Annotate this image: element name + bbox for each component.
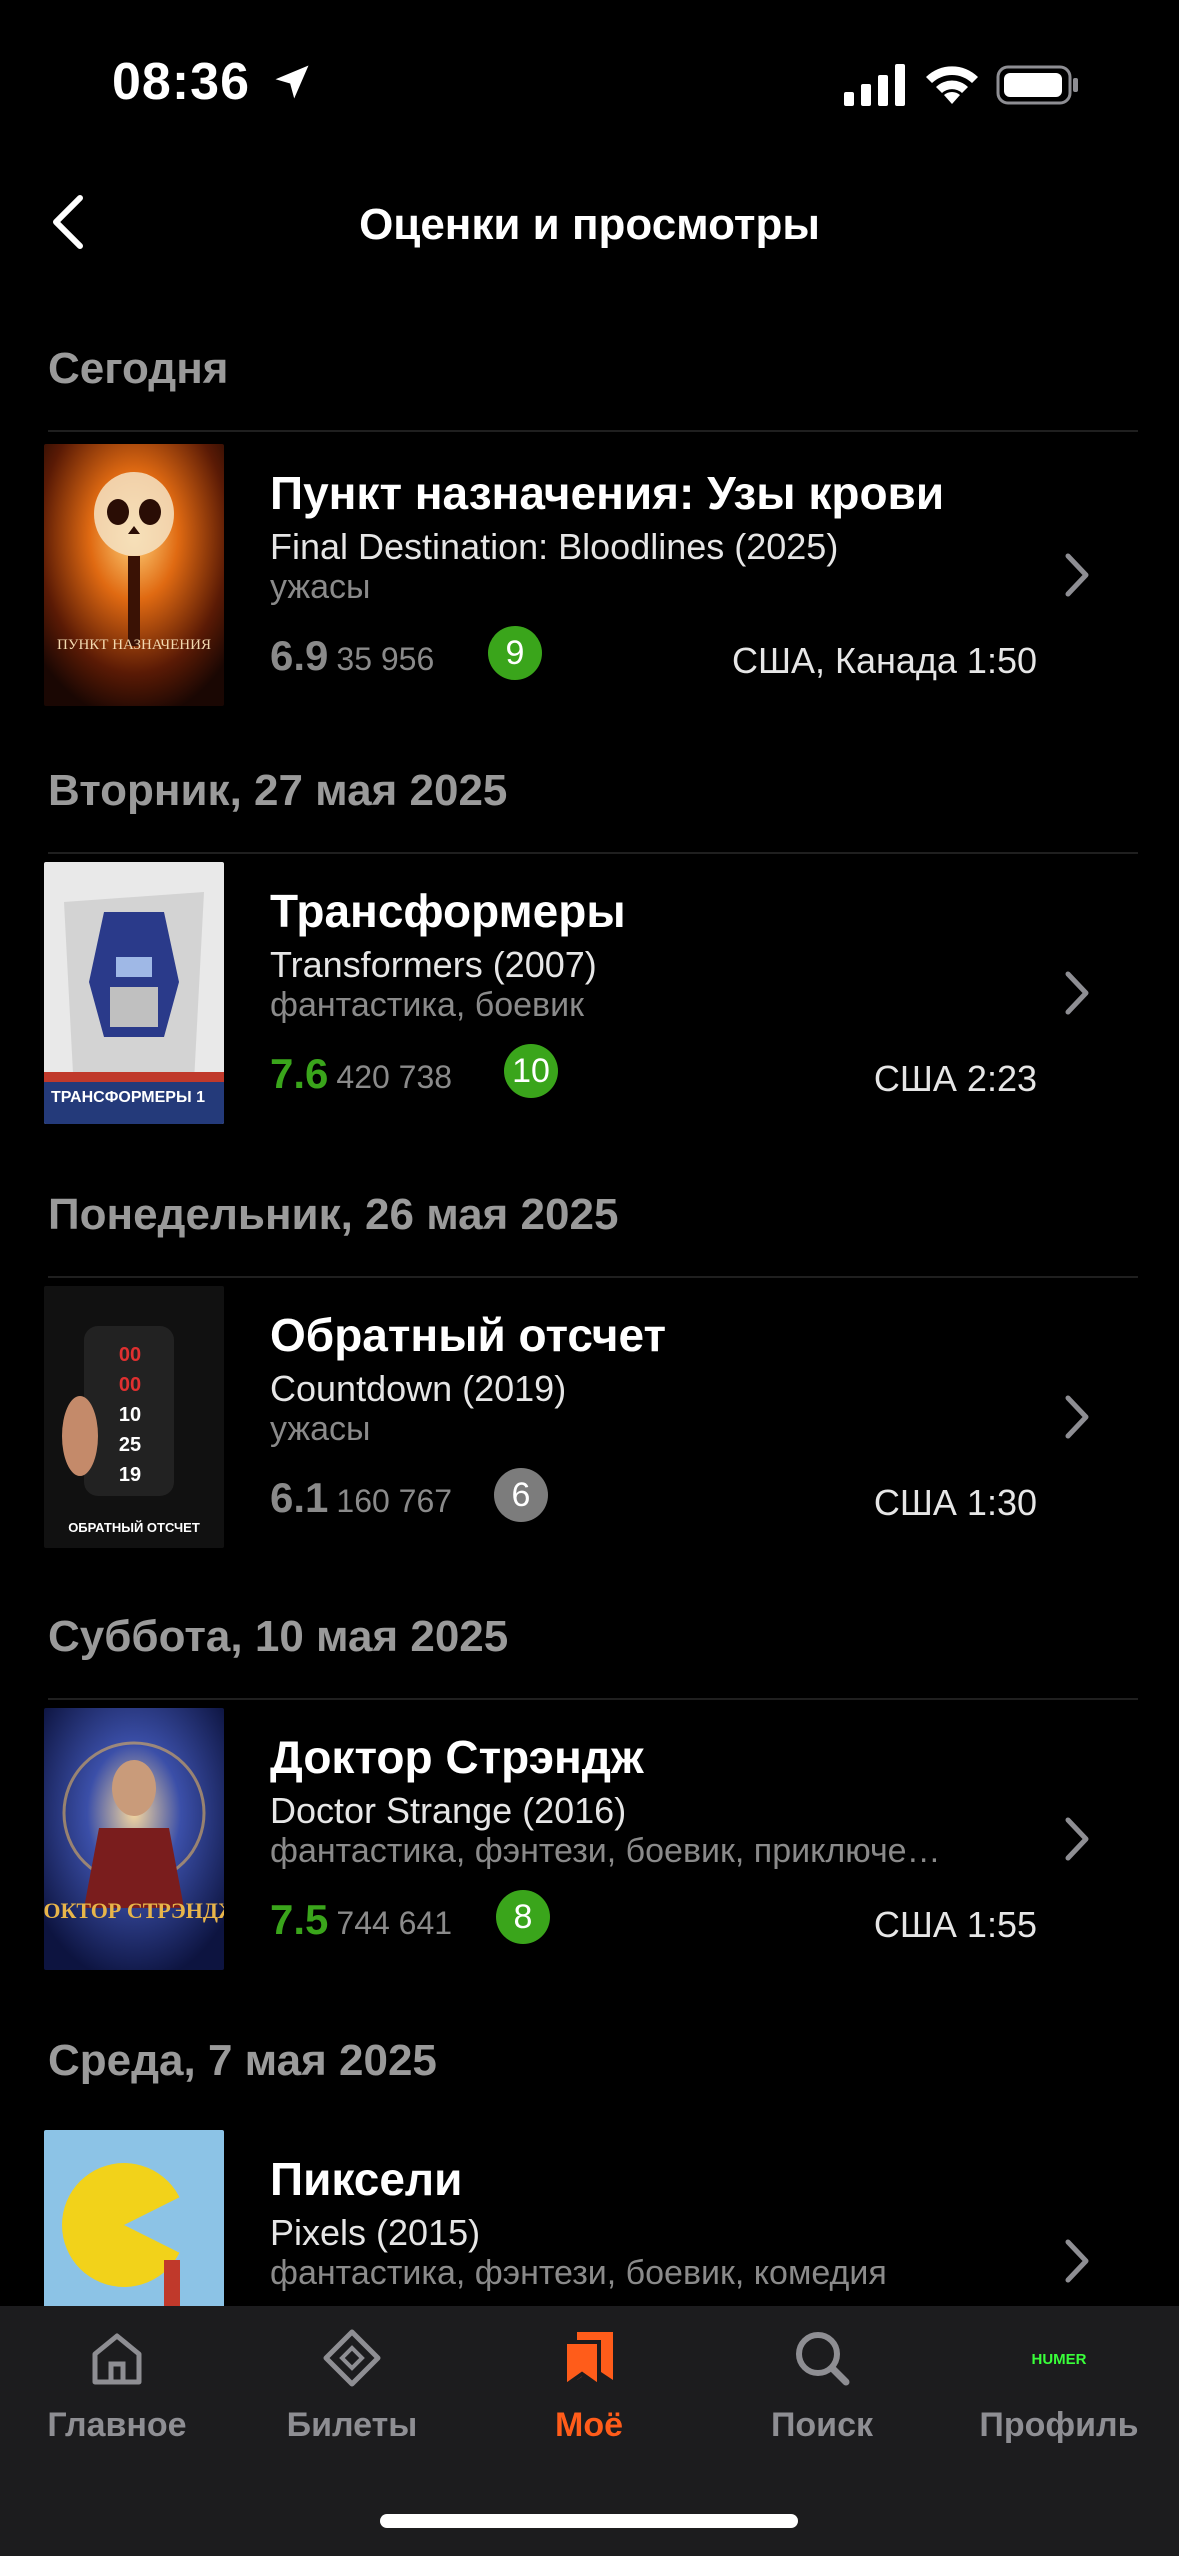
user-score-badge: 6 [494, 1468, 548, 1522]
ticket-icon [323, 2329, 381, 2387]
poster-text: ТРАНСФОРМЕРЫ 1 [51, 1089, 205, 1106]
tab-home[interactable]: Главное [17, 2306, 217, 2486]
movie-original-title: Pixels (2015) [270, 2212, 481, 2253]
chevron-right-icon [1065, 971, 1089, 1015]
home-indicator[interactable] [380, 2514, 798, 2528]
status-bar: 08:36 [0, 0, 1179, 170]
poster-text: ОБРАТНЫЙ ОТСЧЕТ [68, 1520, 200, 1535]
divider [48, 1698, 1138, 1700]
kp-rating: 6.1 160 767 [270, 1474, 452, 1522]
tab-mine[interactable]: Моё [489, 2306, 689, 2486]
movie-original-title: Transformers (2007) [270, 944, 597, 985]
user-score-badge: 8 [496, 1890, 550, 1944]
section-date: Понедельник, 26 мая 2025 [48, 1190, 619, 1239]
poster-digit: 10 [119, 1404, 141, 1426]
movie-original-title: Doctor Strange (2016) [270, 1790, 627, 1831]
user-score-badge: 9 [488, 626, 542, 680]
movie-poster: 00 00 10 25 19 ОБРАТНЫЙ ОТСЧЕТ [44, 1286, 224, 1548]
movie-genres: фантастика, фэнтези, боевик, комедия [270, 2254, 887, 2292]
movie-title: Трансформеры [270, 885, 626, 937]
divider [48, 1276, 1138, 1278]
poster-digit: 00 [119, 1374, 141, 1396]
poster-text: ПУНКТ НАЗНАЧЕНИЯ [57, 637, 211, 653]
country-duration: США, Канада 1:50 [732, 640, 1037, 681]
kp-rating: 6.9 35 956 [270, 632, 434, 680]
tab-label: Поиск [770, 2406, 874, 2444]
votes-count: 160 767 [336, 1483, 453, 1519]
section-date: Вторник, 27 мая 2025 [48, 766, 508, 815]
chevron-right-icon [1065, 1395, 1089, 1439]
movie-genres: фантастика, боевик [270, 986, 584, 1024]
bookmarks-icon [563, 2332, 613, 2388]
home-icon [92, 2333, 142, 2385]
section-date: Суббота, 10 мая 2025 [48, 1612, 509, 1661]
search-icon [796, 2332, 850, 2386]
tab-label: Профиль [979, 2406, 1139, 2444]
poster-digit: 25 [119, 1434, 141, 1456]
rating-value: 6.9 [270, 632, 329, 679]
votes-count: 420 738 [336, 1059, 453, 1095]
tab-label: Моё [555, 2406, 623, 2444]
country-duration: США 2:23 [873, 1058, 1037, 1099]
votes-count: 744 641 [336, 1905, 453, 1941]
country-duration: США 1:30 [873, 1482, 1037, 1523]
movie-row[interactable]: ПУНКТ НАЗНАЧЕНИЯ Пункт назначения: Узы к… [0, 444, 1179, 714]
page-title: Оценки и просмотры [359, 200, 820, 249]
country-duration: США 1:55 [873, 1904, 1037, 1945]
divider [48, 430, 1138, 432]
rating-value: 7.5 [270, 1896, 329, 1943]
movie-original-title: Countdown (2019) [270, 1368, 567, 1409]
movie-title: Обратный отсчет [270, 1309, 667, 1361]
poster-digit: 19 [119, 1464, 141, 1486]
chevron-right-icon [1065, 2239, 1089, 2283]
movie-row[interactable]: ТРАНСФОРМЕРЫ 1 Трансформеры Transformers… [0, 862, 1179, 1132]
tab-profile[interactable]: HUMER Профиль [959, 2306, 1159, 2486]
kp-rating: 7.5 744 641 [270, 1896, 452, 1944]
movie-title: Доктор Стрэндж [270, 1731, 644, 1783]
chevron-right-icon [1065, 553, 1089, 597]
movie-genres: ужасы [270, 568, 371, 606]
profile-avatar-icon: HUMER [1032, 2351, 1087, 2368]
movie-original-title: Final Destination: Bloodlines (2025) [270, 526, 839, 567]
tab-label: Главное [47, 2406, 187, 2444]
poster-text: ДОКТОР СТРЭНДЖ [44, 1898, 224, 1923]
kp-rating: 7.6 420 738 [270, 1050, 452, 1098]
user-score-badge: 10 [504, 1044, 558, 1098]
location-arrow-icon [275, 65, 309, 99]
section-date: Среда, 7 мая 2025 [48, 2036, 437, 2085]
movie-genres: ужасы [270, 1410, 371, 1448]
tab-search[interactable]: Поиск [722, 2306, 922, 2486]
rating-value: 6.1 [270, 1474, 329, 1521]
movie-row[interactable]: 00 00 10 25 19 ОБРАТНЫЙ ОТСЧЕТ Обратный … [0, 1286, 1179, 1556]
battery-icon [996, 65, 1078, 105]
movie-title: Пиксели [270, 2153, 463, 2205]
chevron-right-icon [1065, 1817, 1089, 1861]
poster-digit: 00 [119, 1344, 141, 1366]
movie-poster: ДОКТОР СТРЭНДЖ [44, 1708, 224, 1970]
movie-genres: фантастика, фэнтези, боевик, приключе… [270, 1832, 941, 1870]
status-time: 08:36 [112, 53, 250, 111]
divider [48, 852, 1138, 854]
cellular-signal-icon [844, 64, 905, 106]
tab-label: Билеты [286, 2406, 418, 2444]
movie-poster: ПУНКТ НАЗНАЧЕНИЯ [44, 444, 224, 706]
movie-title: Пункт назначения: Узы крови [270, 467, 945, 519]
rating-value: 7.6 [270, 1050, 329, 1097]
section-date: Сегодня [48, 344, 229, 393]
votes-count: 35 956 [336, 641, 435, 677]
movie-poster: ТРАНСФОРМЕРЫ 1 [44, 862, 224, 1124]
movie-row[interactable]: ДОКТОР СТРЭНДЖ Доктор Стрэндж Doctor Str… [0, 1708, 1179, 1978]
avatar-text: HUMER [1032, 2351, 1087, 2368]
tab-tickets[interactable]: Билеты [252, 2306, 452, 2486]
wifi-icon [926, 66, 978, 104]
